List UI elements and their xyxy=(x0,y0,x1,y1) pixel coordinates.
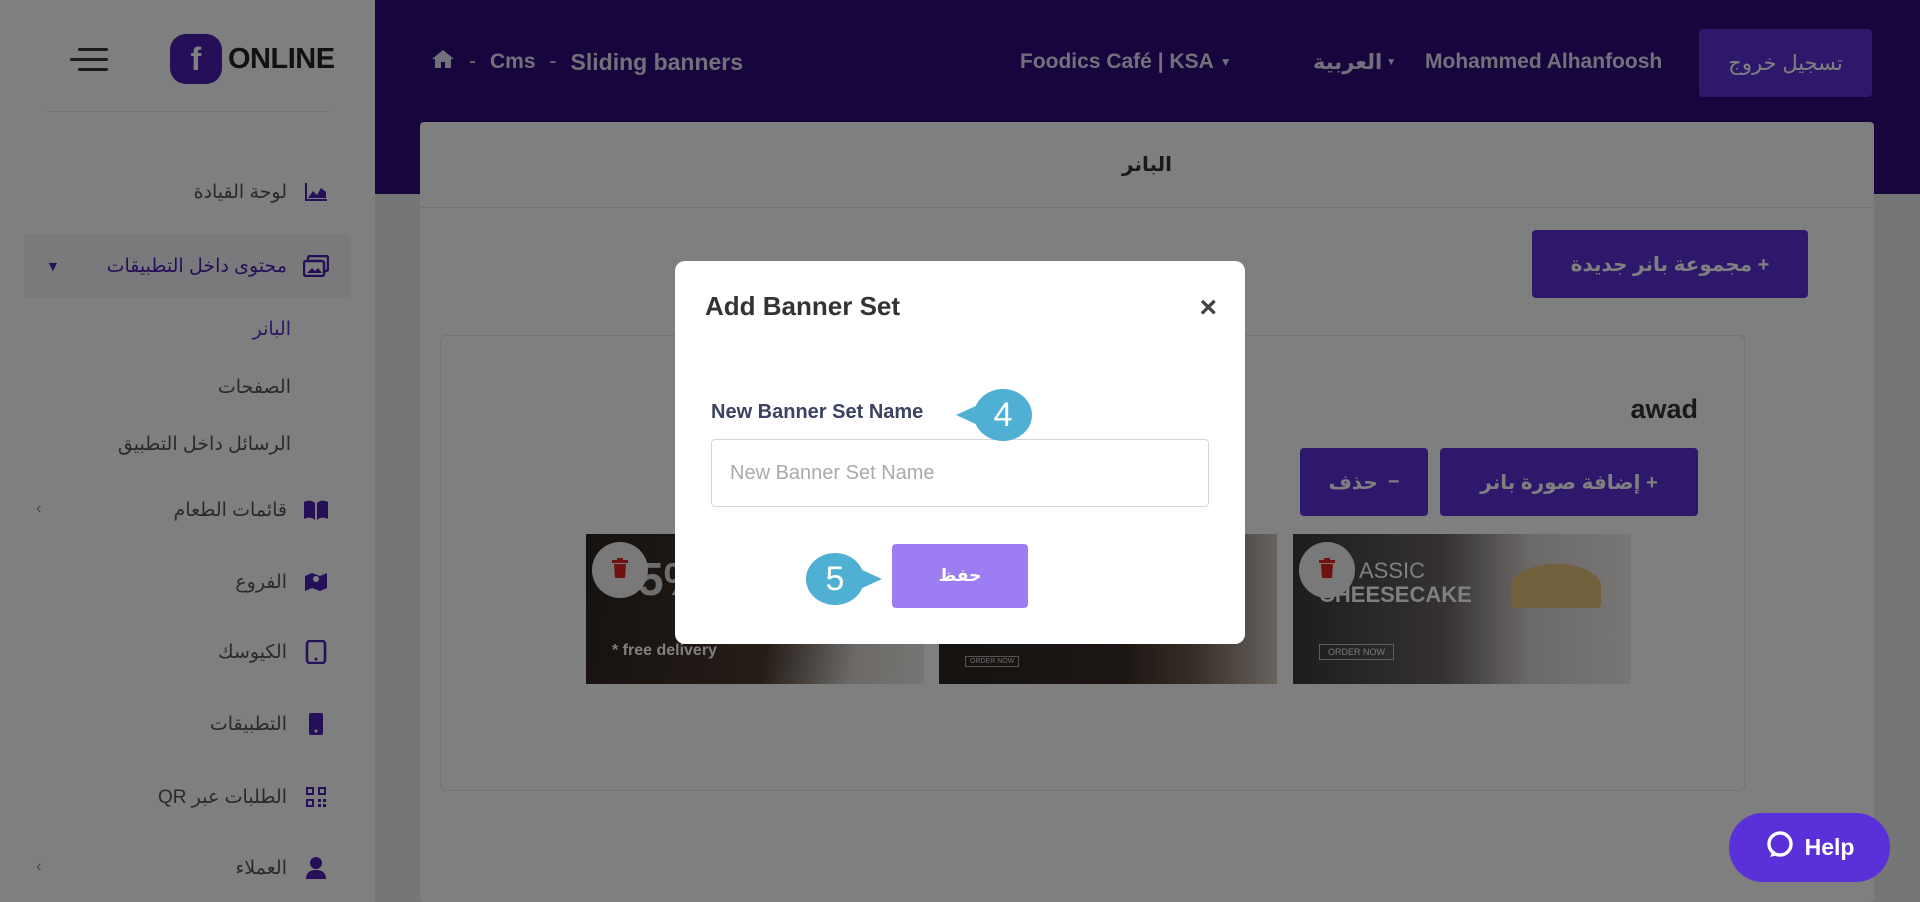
add-banner-set-modal: Add Banner Set × New Banner Set Name حفظ… xyxy=(675,261,1245,644)
modal-title: Add Banner Set xyxy=(705,291,901,321)
close-icon[interactable]: × xyxy=(1199,291,1217,325)
save-button[interactable]: حفظ xyxy=(892,544,1028,608)
help-label: Help xyxy=(1804,834,1855,860)
step-callout-4: 4 xyxy=(956,389,1032,441)
help-button[interactable]: Help xyxy=(1729,813,1890,882)
chat-bubble-icon xyxy=(1765,830,1795,866)
banner-set-name-label: New Banner Set Name xyxy=(711,401,924,423)
step-callout-5: 5 xyxy=(806,553,882,605)
banner-set-name-input[interactable] xyxy=(711,439,1209,507)
